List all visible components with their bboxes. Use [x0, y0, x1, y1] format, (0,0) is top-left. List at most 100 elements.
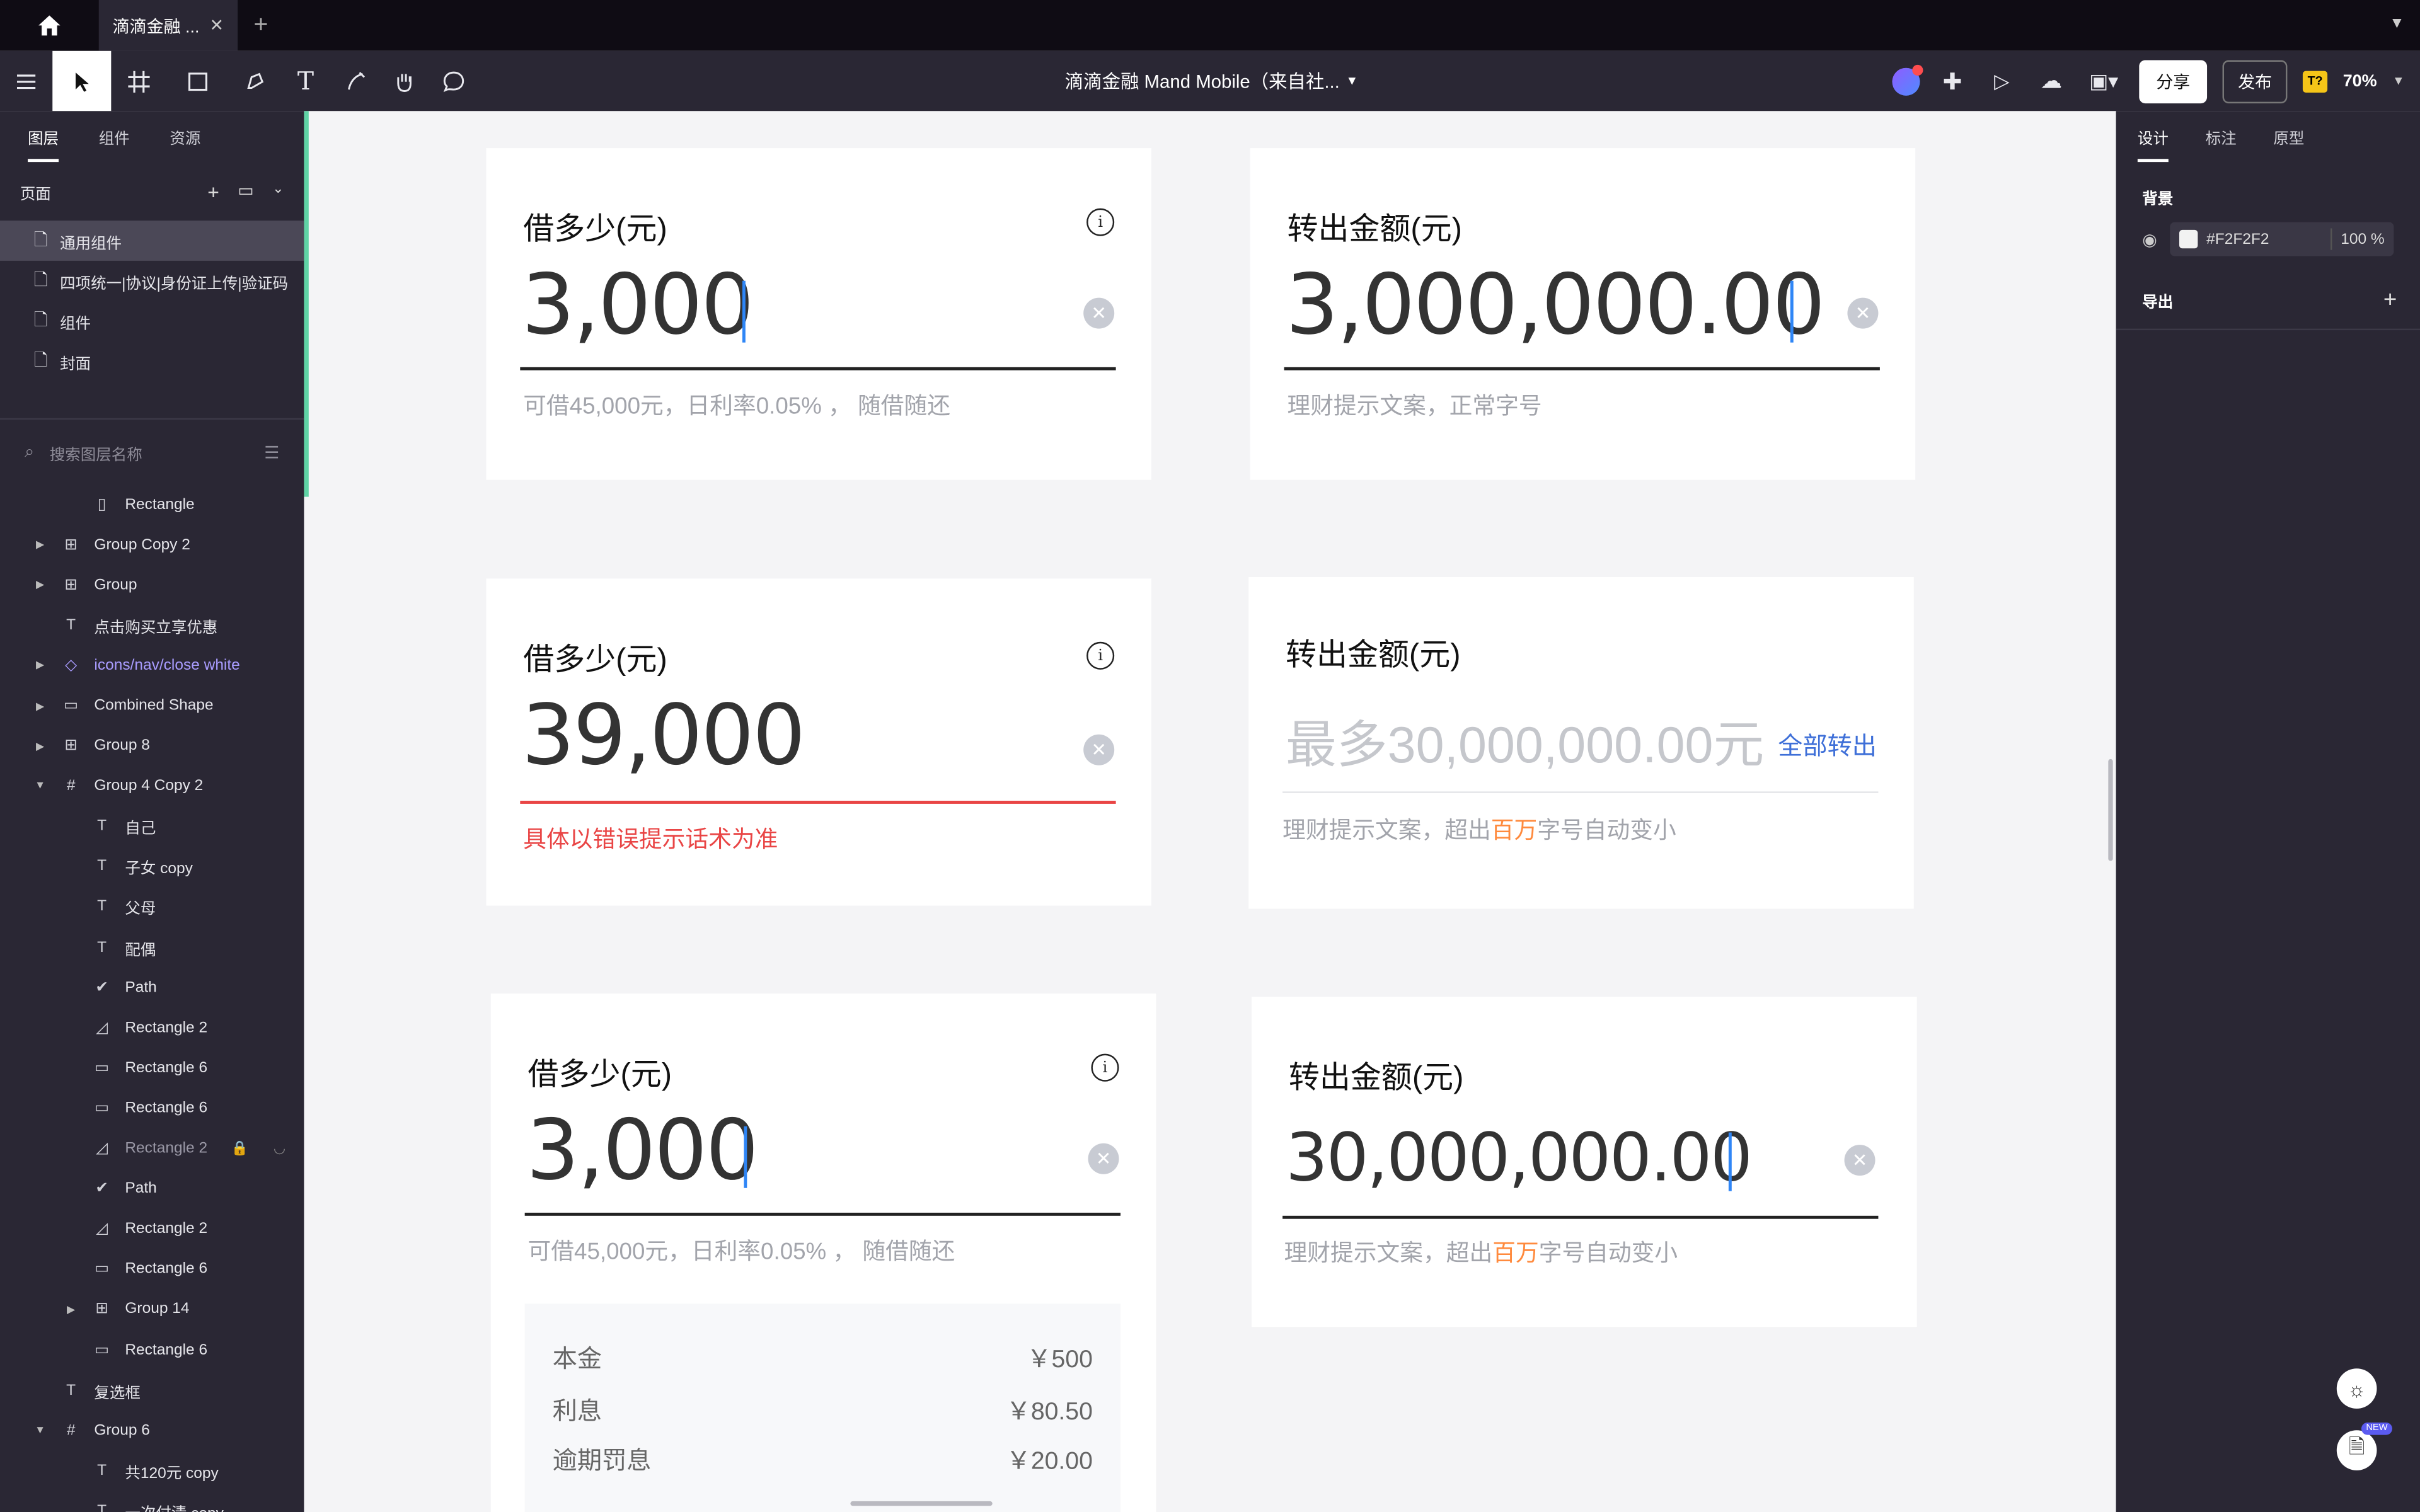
chevron-down-icon[interactable]: ▼: [2389, 15, 2404, 32]
background-color-value[interactable]: #F2F2F2: [2206, 231, 2320, 248]
expand-arrow-icon[interactable]: ▶: [32, 740, 47, 752]
page-item[interactable]: 🗋 通用组件: [0, 220, 304, 261]
rectangle-tool-icon[interactable]: [170, 51, 228, 112]
amount-input-card-empty[interactable]: 转出金额(元) 最多30,000,000.00元 全部转出 理财提示文案，超出百…: [1248, 576, 1914, 909]
home-button[interactable]: [0, 0, 99, 51]
info-icon[interactable]: i: [1086, 208, 1115, 236]
hand-tool-icon[interactable]: [379, 51, 429, 112]
clear-icon[interactable]: ✕: [1083, 734, 1115, 765]
layer-row[interactable]: ▭ Rectangle 6: [0, 1249, 304, 1290]
layer-row[interactable]: T 子女 copy: [0, 847, 304, 887]
add-export-icon[interactable]: +: [2383, 287, 2397, 314]
document-tab[interactable]: 滴滴金融 ... ✕: [98, 0, 238, 51]
clear-icon[interactable]: ✕: [1088, 1143, 1119, 1174]
expand-arrow-icon[interactable]: ▶: [32, 660, 47, 672]
info-icon[interactable]: i: [1091, 1053, 1119, 1082]
frame-tool-icon[interactable]: [111, 51, 170, 112]
expand-arrow-icon[interactable]: ▶: [63, 1303, 78, 1316]
chevron-down-icon[interactable]: ▼: [2392, 74, 2404, 88]
zoom-level[interactable]: 70%: [2343, 72, 2377, 90]
page-item[interactable]: 🗋 封面: [0, 341, 304, 381]
share-button[interactable]: 分享: [2139, 59, 2208, 103]
layer-row[interactable]: ✔ Path: [0, 968, 304, 1008]
layer-row[interactable]: ✔ Path: [0, 1169, 304, 1209]
amount-input[interactable]: 3,000: [526, 1102, 759, 1199]
doc-notes-icon[interactable]: 🗎: [2336, 1430, 2377, 1470]
info-icon[interactable]: i: [1086, 641, 1115, 670]
pen-tool-icon[interactable]: [228, 51, 280, 112]
pencil-tool-icon[interactable]: [330, 51, 379, 112]
search-input[interactable]: 搜索图层名称: [50, 440, 249, 464]
badge-icon[interactable]: T?: [2303, 70, 2328, 92]
amount-input-card[interactable]: 转出金额(元) 30,000,000.00 ✕ 理财提示文案，超出百万字号自动变…: [1252, 997, 1917, 1327]
collapse-arrow-icon[interactable]: ▼: [32, 1425, 47, 1436]
tab-design[interactable]: 设计: [2137, 111, 2169, 163]
hidden-eye-icon[interactable]: ◡: [274, 1140, 285, 1157]
amount-input-card-error[interactable]: 借多少(元) i 39,000 ✕ 具体以错误提示话术为准: [486, 578, 1151, 906]
play-icon[interactable]: ▷: [1985, 69, 2019, 93]
clear-icon[interactable]: ✕: [1847, 297, 1879, 329]
layer-row[interactable]: ▶ ⊞ Group: [0, 565, 304, 605]
layer-search[interactable]: ⌕ 搜索图层名称 ☰: [0, 420, 304, 484]
amount-input-card-detail[interactable]: 借多少(元) i 3,000 ✕ 可借45,000元，日利率0.05% ， 随借…: [490, 994, 1156, 1512]
add-page-icon[interactable]: +: [207, 180, 219, 203]
layer-row[interactable]: T 配偶: [0, 927, 304, 968]
design-canvas[interactable]: 借多少(元) i 3,000 ✕ 可借45,000元，日利率0.05% ， 随借…: [304, 111, 2116, 1512]
avatar-icon[interactable]: [1892, 64, 1923, 95]
comment-tool-icon[interactable]: [429, 51, 478, 112]
layer-row[interactable]: ▼ # Group 6: [0, 1411, 304, 1451]
document-title[interactable]: 滴滴金融 Mand Mobile（来自社... ▼: [1065, 51, 1358, 112]
horizontal-scrollbar[interactable]: [850, 1501, 993, 1506]
page-item[interactable]: 🗋 组件: [0, 301, 304, 341]
layer-row[interactable]: ▶ ⊞ Group 14: [0, 1290, 304, 1330]
vertical-scrollbar[interactable]: [2108, 759, 2113, 861]
layer-row[interactable]: ▶ ⊞ Group Copy 2: [0, 525, 304, 565]
text-tool-icon[interactable]: T: [281, 51, 330, 112]
transfer-all-link[interactable]: 全部转出: [1778, 725, 1877, 762]
color-swatch[interactable]: [2179, 229, 2198, 249]
layer-row[interactable]: ◿ Rectangle 2 🔒 ◡: [0, 1128, 304, 1169]
layer-row[interactable]: ▶ ▭ Combined Shape: [0, 686, 304, 726]
layer-row[interactable]: T 复选框: [0, 1370, 304, 1411]
new-tab-button[interactable]: +: [238, 0, 284, 51]
tab-annotate[interactable]: 标注: [2206, 111, 2237, 162]
layer-row[interactable]: ▶ ⊞ Group 8: [0, 726, 304, 766]
amount-placeholder[interactable]: 最多30,000,000.00元: [1286, 704, 1764, 778]
layer-row[interactable]: ◿ Rectangle 2: [0, 1008, 304, 1048]
eye-icon[interactable]: ◉: [2142, 229, 2157, 249]
folder-icon[interactable]: ▭: [238, 180, 253, 203]
tab-assets[interactable]: 资源: [170, 111, 200, 162]
amount-input[interactable]: 3,000,000.00: [1286, 256, 1825, 353]
layout-icon[interactable]: ▣▾: [2083, 69, 2124, 93]
amount-input[interactable]: 30,000,000.00: [1286, 1120, 1753, 1197]
layer-row[interactable]: ▯ Rectangle: [0, 484, 304, 525]
layer-row[interactable]: ▭ Rectangle 6: [0, 1330, 304, 1370]
amount-input-card[interactable]: 转出金额(元) 3,000,000.00 ✕ 理财提示文案，正常字号: [1250, 148, 1916, 480]
expand-arrow-icon[interactable]: ▶: [32, 700, 47, 712]
plugin-icon[interactable]: ✚: [1935, 67, 1969, 95]
tab-prototype[interactable]: 原型: [2273, 111, 2304, 162]
close-icon[interactable]: ✕: [210, 15, 224, 35]
move-tool-icon[interactable]: [52, 50, 112, 112]
layer-row[interactable]: T 父母: [0, 887, 304, 927]
clear-icon[interactable]: ✕: [1844, 1145, 1876, 1176]
tab-components[interactable]: 组件: [99, 111, 130, 162]
theme-toggle-icon[interactable]: ☼: [2336, 1368, 2377, 1409]
collapse-arrow-icon[interactable]: ▼: [32, 781, 47, 792]
layer-row[interactable]: T 一次付清 copy: [0, 1491, 304, 1512]
layer-row[interactable]: ▶ ◇ icons/nav/close white: [0, 646, 304, 686]
amount-input-card[interactable]: 借多少(元) i 3,000 ✕ 可借45,000元，日利率0.05% ， 随借…: [486, 148, 1151, 480]
clear-icon[interactable]: ✕: [1083, 297, 1115, 329]
filter-icon[interactable]: ☰: [264, 442, 279, 462]
expand-arrow-icon[interactable]: ▶: [32, 539, 47, 551]
background-opacity[interactable]: 100 %: [2341, 231, 2384, 248]
layer-row[interactable]: T 点击购买立享优惠: [0, 605, 304, 646]
layer-row[interactable]: T 自己: [0, 806, 304, 847]
publish-button[interactable]: 发布: [2222, 59, 2288, 103]
amount-input[interactable]: 39,000: [522, 687, 806, 784]
layer-row[interactable]: ▼ # Group 4 Copy 2: [0, 766, 304, 806]
layer-row[interactable]: ▭ Rectangle 6: [0, 1089, 304, 1129]
menu-icon[interactable]: [0, 51, 52, 112]
amount-input[interactable]: 3,000: [522, 256, 754, 353]
lock-icon[interactable]: 🔒: [231, 1140, 248, 1157]
